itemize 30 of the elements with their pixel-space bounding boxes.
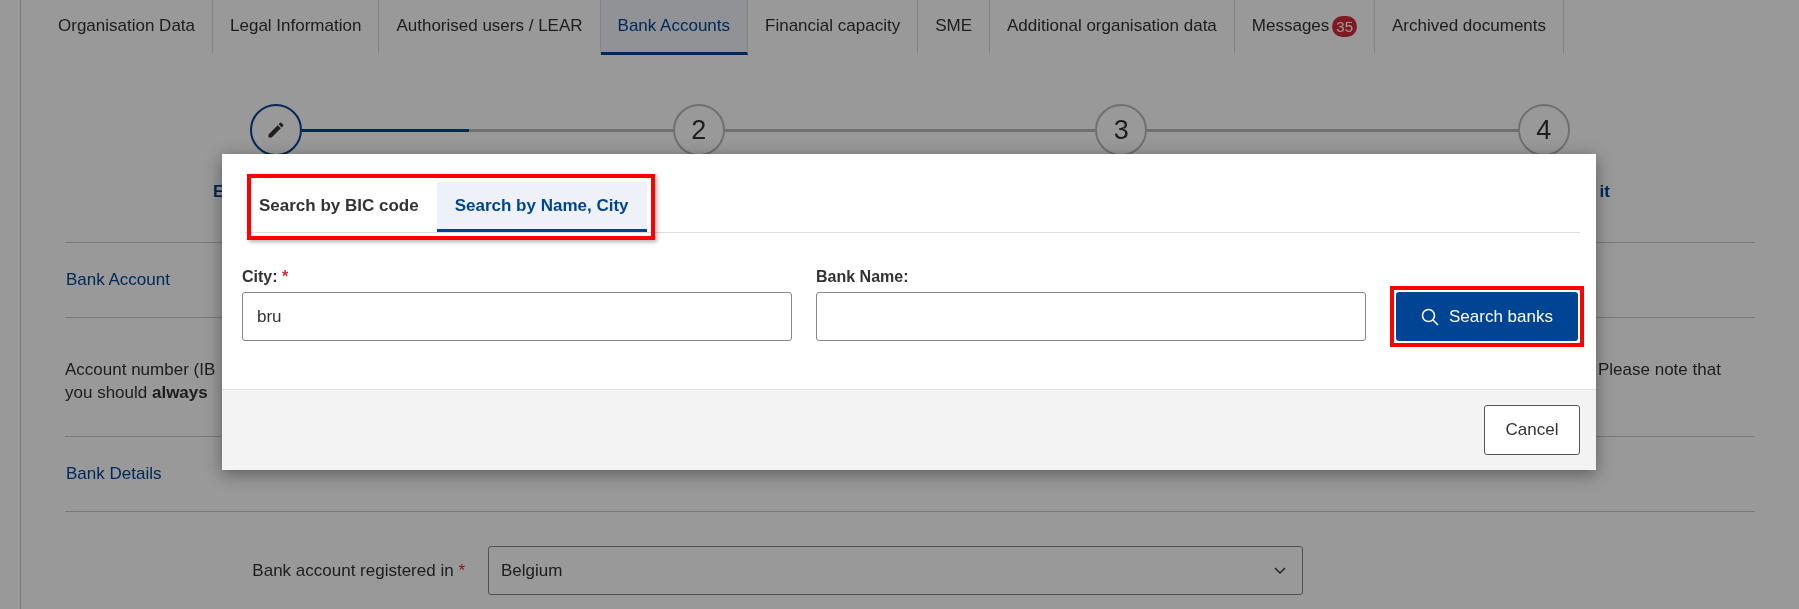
- page-tab[interactable]: Authorised users / LEAR: [379, 0, 601, 55]
- info-text: Account number (IB you should always: [65, 359, 217, 404]
- page-tab[interactable]: Bank Accounts: [600, 0, 749, 55]
- page-tab[interactable]: SME: [918, 0, 990, 55]
- count-badge: 35: [1332, 15, 1357, 37]
- page-tab[interactable]: Financial capacity: [748, 0, 919, 55]
- step-circle: 3: [1095, 104, 1148, 156]
- field-label: City: *: [242, 268, 290, 286]
- page-tab[interactable]: Messages 35: [1234, 0, 1375, 55]
- input-field[interactable]: bru: [242, 292, 792, 341]
- field-label: Bank Name:: [816, 268, 910, 286]
- dialog-tab[interactable]: Search by BIC code: [255, 182, 437, 232]
- search-button[interactable]: Search banks: [1396, 292, 1578, 341]
- step-circle: 2: [672, 104, 725, 156]
- country-select[interactable]: Belgium: [488, 546, 1303, 595]
- step-label: it: [1599, 182, 1610, 201]
- section-title: Bank Account: [66, 270, 170, 289]
- dialog-tab[interactable]: Search by Name, City: [436, 182, 647, 232]
- chevron-down-icon: [1274, 566, 1286, 575]
- input-field[interactable]: [816, 292, 1366, 341]
- section-title: Bank Details: [66, 464, 162, 483]
- cancel-button[interactable]: Cancel: [1484, 405, 1580, 455]
- page-tab[interactable]: Archived documents: [1375, 0, 1565, 55]
- page-tab[interactable]: Additional organisation data: [990, 0, 1235, 55]
- step-circle: 4: [1517, 104, 1570, 156]
- page-tab[interactable]: Organisation Data: [41, 0, 214, 55]
- page-tab[interactable]: Legal Information: [213, 0, 380, 55]
- search-icon: [1421, 307, 1439, 326]
- field-label: Bank account registered in *: [251, 560, 466, 581]
- info-text: Please note that: [1598, 359, 1721, 381]
